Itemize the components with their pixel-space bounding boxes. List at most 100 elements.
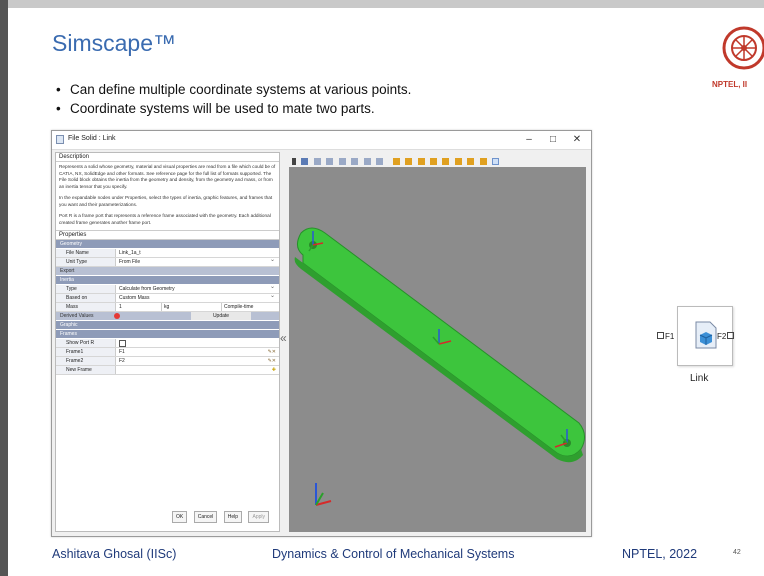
grid-icon[interactable] [292, 158, 296, 165]
cancel-button[interactable]: Cancel [193, 511, 218, 523]
zoom-icon[interactable] [351, 158, 359, 165]
unit-type-select[interactable]: From File [116, 256, 279, 266]
footer-org: NPTEL, 2022 [622, 547, 698, 561]
frame2-label: Frame2 [56, 357, 116, 365]
parameters-pane: Description Represents a solid whose geo… [55, 152, 280, 532]
description-paragraph: Represents a solid whose geometry, mater… [59, 164, 276, 189]
front-view-icon[interactable] [392, 158, 400, 165]
footer-course: Dynamics & Control of Mechanical Systems [272, 547, 515, 561]
slide-top-border [0, 0, 764, 8]
bullet-list: Can define multiple coordinate systems a… [70, 80, 411, 118]
show-port-r-checkbox[interactable] [119, 340, 126, 347]
apply-button[interactable]: Apply [248, 511, 269, 523]
row-mass: Mass 1 kg Compile-time [56, 303, 279, 312]
port-f2-icon [727, 332, 735, 339]
left-view-icon[interactable] [417, 158, 425, 165]
bullet-item: Coordinate systems will be used to mate … [70, 99, 411, 118]
properties-header: Properties [56, 230, 279, 240]
unit-type-label: Unit Type [56, 258, 116, 266]
nptel-logo-icon [722, 26, 764, 70]
solid-block-icon [695, 321, 717, 349]
section-graphic[interactable]: Graphic [56, 321, 279, 330]
slide-left-border [0, 0, 8, 576]
file-name-label: File Name [56, 249, 116, 257]
roll-icon[interactable] [326, 158, 334, 165]
link-block-name: Link [690, 373, 709, 384]
mass-unit-select[interactable]: kg [161, 303, 169, 311]
update-button[interactable]: Update [191, 312, 251, 320]
section-frames[interactable]: Frames [56, 330, 279, 339]
nptel-logo-text: NPTEL, II [712, 80, 748, 89]
3d-viewport[interactable] [289, 167, 586, 532]
frames-toggle-icon[interactable] [492, 158, 500, 165]
minimize-button[interactable]: – [518, 132, 540, 147]
port-f2-label: F2 [717, 332, 727, 341]
dialog-titlebar: File Solid : Link – □ ✕ [52, 131, 591, 150]
frame2-value[interactable]: F2 [119, 358, 125, 364]
link-block[interactable]: F1 F2 [657, 306, 739, 366]
dialog-title: File Solid : Link [68, 135, 116, 142]
right-view-icon[interactable] [429, 158, 437, 165]
port-f2[interactable]: F2 [717, 332, 735, 341]
based-on-select[interactable]: Custom Mass [116, 292, 279, 302]
close-button[interactable]: ✕ [566, 132, 588, 147]
row-unit-type: Unit Type From File [56, 256, 279, 267]
port-f1[interactable]: F1 [657, 332, 674, 341]
viewer-toolbar [289, 152, 586, 166]
maximize-button[interactable]: □ [542, 132, 564, 147]
cursor-dot-icon [114, 313, 120, 319]
axes-view-icon[interactable] [479, 158, 487, 165]
add-frame-icon[interactable]: ✚ [272, 366, 276, 374]
section-inertia[interactable]: Inertia [56, 276, 279, 285]
row-frame1: Frame1 F1 ✎✕ [56, 348, 279, 357]
bullet-item: Can define multiple coordinate systems a… [70, 80, 411, 99]
iso-view-icon[interactable] [467, 158, 475, 165]
derived-values-label: Derived Values [60, 313, 94, 319]
rotate-icon[interactable] [313, 158, 321, 165]
edit-frame-icon[interactable]: ✎✕ [268, 357, 276, 365]
footer-author: Ashitava Ghosal (IISc) [52, 547, 177, 561]
top-view-icon[interactable] [442, 158, 450, 165]
type-select[interactable]: Calculate from Geometry [116, 283, 279, 293]
frame1-value[interactable]: F1 [119, 349, 125, 355]
mass-value-input[interactable]: 1 [119, 304, 122, 310]
zoom-box-icon[interactable] [363, 158, 371, 165]
mass-field: 1 kg Compile-time [116, 303, 279, 311]
pan-icon[interactable] [338, 158, 346, 165]
file-solid-dialog: File Solid : Link – □ ✕ Description Repr… [51, 130, 592, 537]
bottom-view-icon[interactable] [454, 158, 462, 165]
section-export[interactable]: Export [56, 267, 279, 276]
slide-title: Simscape™ [52, 30, 176, 56]
row-based-on: Based on Custom Mass [56, 292, 279, 303]
view-icon[interactable] [301, 158, 309, 165]
file-name-field[interactable]: Link_1a_t [116, 249, 279, 257]
description-text: Represents a solid whose geometry, mater… [56, 162, 279, 228]
section-geometry[interactable]: Geometry [56, 240, 279, 249]
back-view-icon[interactable] [405, 158, 413, 165]
row-type: Type Calculate from Geometry [56, 283, 279, 294]
section-derived-values[interactable]: Derived Values Update [56, 312, 279, 321]
port-f1-label: F1 [665, 332, 675, 341]
edit-frame-icon[interactable]: ✎✕ [268, 348, 276, 356]
row-show-port-r: Show Port R [56, 339, 279, 348]
new-frame-field: ✚ [116, 366, 279, 374]
collapse-pane-icon[interactable]: « [280, 331, 287, 345]
help-button[interactable]: Help [223, 511, 243, 523]
frame2-field: F2 ✎✕ [116, 357, 279, 365]
mass-label: Mass [56, 303, 116, 311]
link-part-render [294, 227, 585, 506]
row-file-name: File Name Link_1a_t [56, 249, 279, 258]
ok-button[interactable]: OK [172, 511, 188, 523]
new-frame-label: New Frame [56, 366, 116, 374]
row-frame2: Frame2 F2 ✎✕ [56, 357, 279, 366]
based-on-label: Based on [56, 294, 116, 302]
row-new-frame: New Frame ✚ [56, 366, 279, 375]
description-header: Description [56, 153, 279, 162]
mass-mode-select[interactable]: Compile-time [221, 303, 253, 311]
port-f1-icon [657, 332, 664, 339]
fit-view-icon[interactable] [376, 158, 384, 165]
show-port-r-label: Show Port R [56, 339, 116, 347]
show-port-r-field [116, 339, 279, 347]
page-number: 42 [733, 549, 741, 556]
description-paragraph: Port R is a frame port that represents a… [59, 213, 271, 225]
